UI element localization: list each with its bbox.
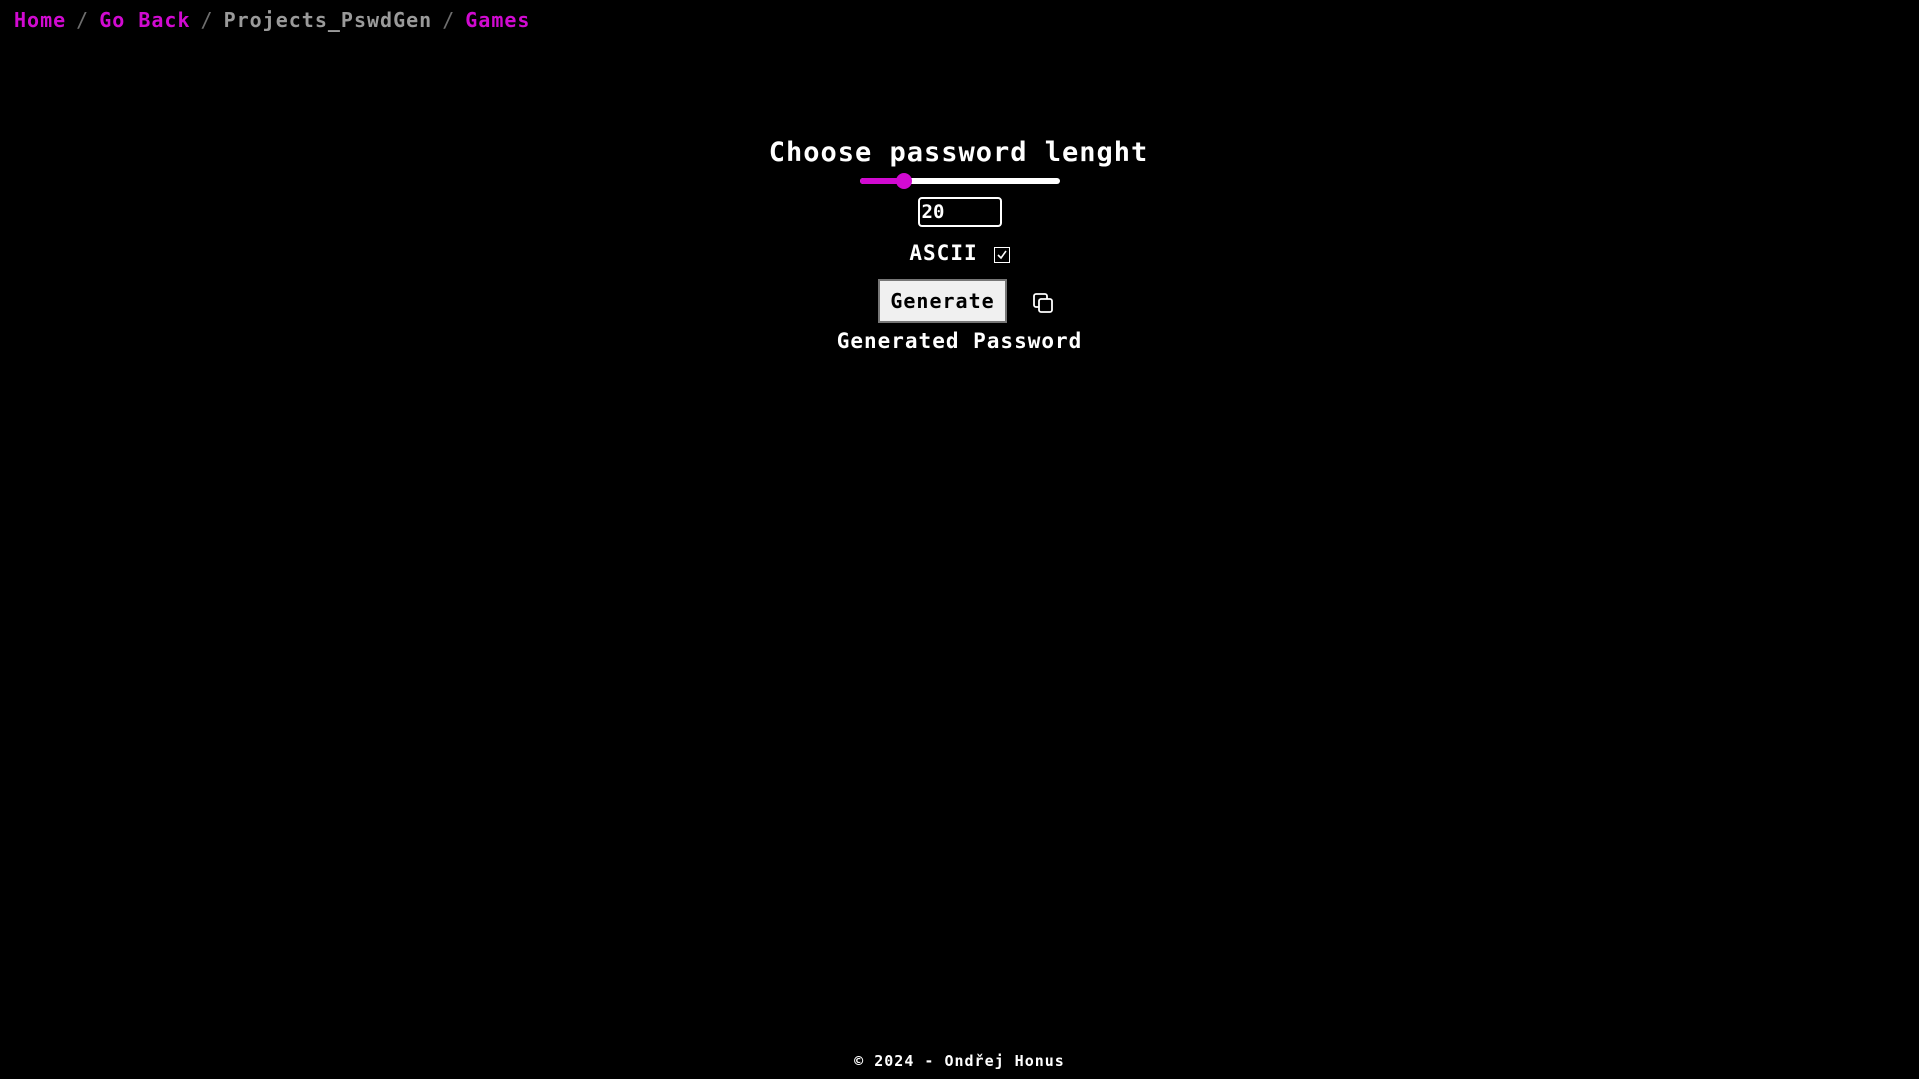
breadcrumb: Home / Go Back / Projects_PswdGen / Game…: [14, 8, 530, 32]
password-generator: Choose password lenght ASCII Generate: [0, 136, 1919, 353]
breadcrumb-games-link[interactable]: Games: [465, 8, 530, 32]
slider-thumb[interactable]: [895, 173, 912, 189]
ascii-checkbox[interactable]: [993, 247, 1010, 263]
breadcrumb-go-back-link[interactable]: Go Back: [99, 8, 190, 32]
generate-button[interactable]: Generate: [878, 279, 1007, 323]
breadcrumb-separator: /: [200, 8, 214, 32]
breadcrumb-home-link[interactable]: Home: [14, 8, 66, 32]
check-icon: [997, 250, 1007, 260]
footer: © 2024 - Ondřej Honus: [854, 1052, 1065, 1070]
page: Home / Go Back / Projects_PswdGen / Game…: [0, 0, 1919, 1079]
copy-icon[interactable]: [1031, 291, 1055, 315]
length-input[interactable]: [917, 197, 1002, 227]
ascii-option: ASCII: [909, 241, 1010, 265]
action-row: Generate: [878, 279, 1054, 323]
breadcrumb-separator: /: [76, 8, 90, 32]
breadcrumb-current: Projects_PswdGen: [223, 8, 433, 32]
length-slider[interactable]: [859, 173, 1060, 189]
breadcrumb-separator: /: [442, 8, 456, 32]
ascii-label: ASCII: [909, 241, 978, 265]
page-title: Choose password lenght: [768, 137, 1149, 168]
generated-password: Generated Password: [836, 329, 1083, 353]
copy-icon-graphic: [1032, 293, 1053, 313]
